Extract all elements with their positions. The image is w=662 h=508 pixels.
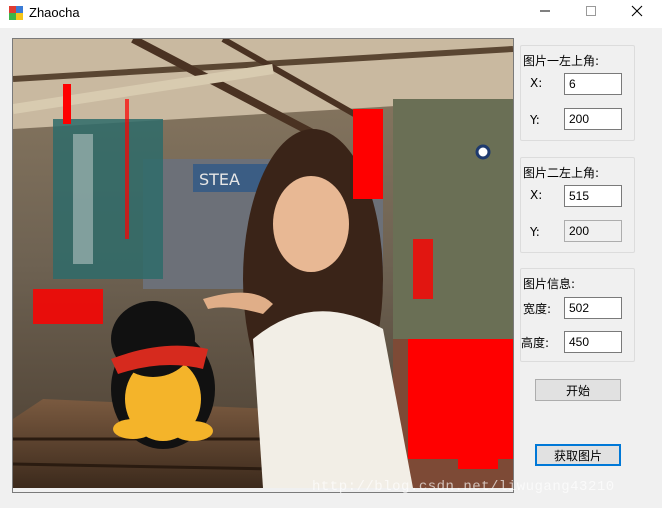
image1-x-label: X: — [530, 76, 543, 90]
maximize-button[interactable] — [568, 0, 614, 22]
picture-box[interactable]: STEA — [12, 38, 514, 489]
group-info-title: 图片信息: — [523, 277, 576, 291]
image1-y-field[interactable]: 200 — [564, 108, 622, 130]
image2-y-label: Y: — [530, 225, 540, 239]
image1-y-label: Y: — [530, 113, 540, 127]
watermark-text: http://blog.csdn.net/liwugang43210 — [312, 479, 615, 495]
minimize-icon — [540, 10, 550, 12]
get-image-button[interactable]: 获取图片 — [535, 444, 621, 466]
window-title: Zhaocha — [29, 5, 80, 20]
width-field[interactable]: 502 — [564, 297, 622, 319]
group-image1-title: 图片一左上角: — [523, 54, 600, 68]
app-cubes-icon — [9, 6, 23, 20]
minimize-button[interactable] — [522, 0, 568, 22]
image2-x-field[interactable]: 515 — [564, 185, 622, 207]
photo-image: STEA — [13, 39, 513, 488]
title-bar[interactable]: Zhaocha — [0, 0, 662, 29]
group-image2-topleft: 图片二左上角: X: 515 Y: 200 — [520, 157, 635, 253]
width-label: 宽度: — [523, 302, 552, 316]
image2-x-label: X: — [530, 188, 543, 202]
image1-x-field[interactable]: 6 — [564, 73, 622, 95]
svg-text:STEA: STEA — [199, 170, 240, 189]
close-icon — [631, 5, 643, 17]
start-button[interactable]: 开始 — [535, 379, 621, 401]
close-button[interactable] — [614, 0, 660, 22]
group-image-info: 图片信息: 宽度: 502 高度: 450 — [520, 268, 635, 362]
maximize-icon — [586, 6, 596, 16]
group-image2-title: 图片二左上角: — [523, 166, 600, 180]
height-label: 高度: — [521, 336, 550, 350]
height-field[interactable]: 450 — [564, 331, 622, 353]
image2-y-field: 200 — [564, 220, 622, 242]
group-image1-topleft: 图片一左上角: X: 6 Y: 200 — [520, 45, 635, 141]
